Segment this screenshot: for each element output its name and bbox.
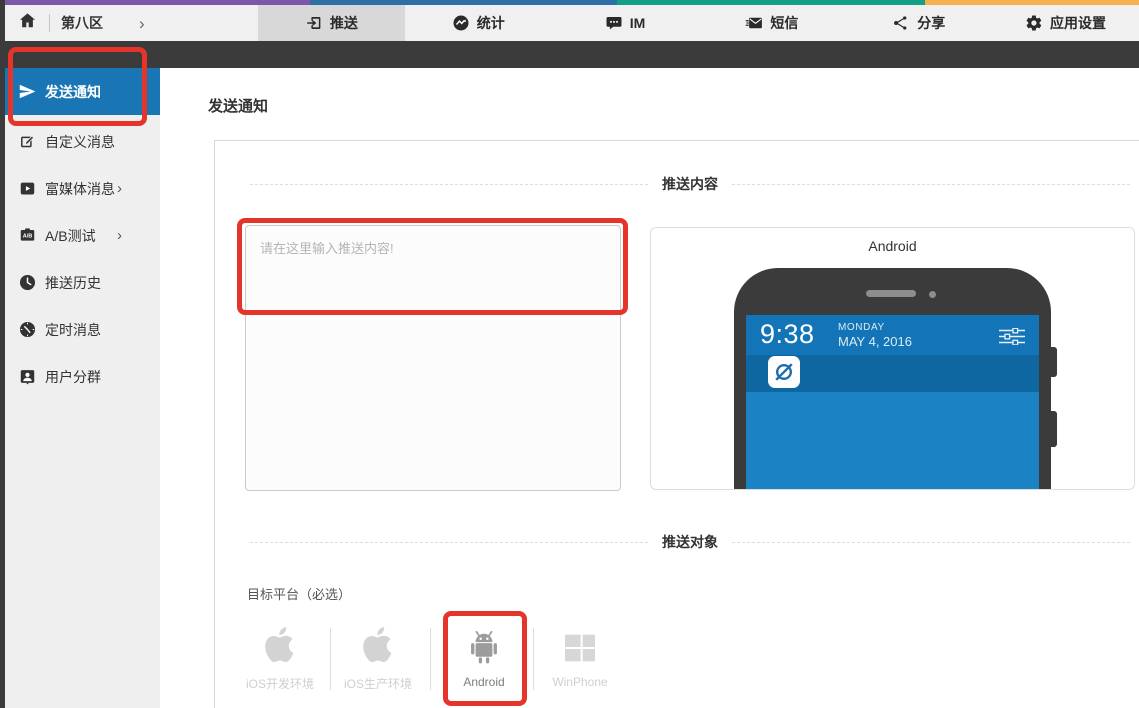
platform-winphone[interactable]: WinPhone bbox=[532, 616, 628, 689]
user-group-icon bbox=[18, 367, 45, 386]
tab-label: 推送 bbox=[330, 13, 358, 33]
share-icon bbox=[892, 14, 910, 32]
im-chat-icon bbox=[605, 14, 623, 32]
sidebar-item-custom-message[interactable]: 自定义消息 bbox=[0, 118, 160, 165]
chevron-right-icon: › bbox=[117, 227, 122, 244]
platform-separator bbox=[430, 628, 431, 690]
tab-label: 短信 bbox=[770, 13, 798, 33]
project-name[interactable]: 第八区 bbox=[61, 13, 103, 33]
sidebar-item-label: 用户分群 bbox=[45, 367, 101, 387]
platform-label: Android bbox=[436, 675, 532, 689]
ab-test-icon: A/B bbox=[18, 226, 45, 245]
brand-separator bbox=[49, 14, 50, 32]
tab-push[interactable]: 推送 bbox=[258, 5, 405, 41]
push-icon bbox=[305, 14, 323, 32]
project-switcher-chevron-icon[interactable]: › bbox=[133, 15, 151, 32]
push-content-input[interactable] bbox=[245, 225, 621, 491]
svg-text:A/B: A/B bbox=[23, 234, 33, 240]
play-icon bbox=[18, 179, 45, 198]
sidebar-item-label: 定时消息 bbox=[45, 320, 101, 340]
android-robot-icon bbox=[436, 616, 532, 668]
sidebar: 发送通知 自定义消息 富媒体消息 › bbox=[0, 68, 160, 708]
tab-app-settings[interactable]: 应用设置 bbox=[992, 5, 1139, 41]
tab-im[interactable]: IM bbox=[552, 5, 699, 41]
sidebar-item-label: 推送历史 bbox=[45, 273, 101, 293]
target-platform-label: 目标平台（必选） bbox=[247, 584, 351, 603]
edit-icon bbox=[18, 132, 45, 151]
phone-status-bar: 9:38 MONDAY MAY 4, 2016 bbox=[746, 315, 1039, 355]
windows-icon bbox=[532, 616, 628, 668]
sms-icon bbox=[745, 14, 763, 32]
platform-label: iOS生产环境 bbox=[330, 675, 426, 692]
left-edge-dark-strip bbox=[0, 0, 5, 708]
push-content-divider: 推送内容 bbox=[250, 174, 1130, 194]
brand-area: 第八区 › bbox=[5, 5, 151, 41]
platform-ios-dev[interactable]: iOS开发环境 bbox=[232, 616, 328, 692]
sidebar-item-label: 自定义消息 bbox=[45, 132, 115, 152]
home-button[interactable] bbox=[5, 5, 49, 41]
push-content-divider-label: 推送内容 bbox=[662, 174, 718, 194]
tab-label: IM bbox=[630, 15, 646, 31]
top-navigation-bar: 第八区 › 推送 bbox=[0, 5, 1139, 41]
sidebar-item-push-history[interactable]: 推送历史 bbox=[0, 259, 160, 306]
phone-screen: 9:38 MONDAY MAY 4, 2016 bbox=[746, 315, 1039, 490]
platform-label: WinPhone bbox=[532, 675, 628, 689]
sidebar-item-rich-media[interactable]: 富媒体消息 › bbox=[0, 165, 160, 212]
push-target-divider-label: 推送对象 bbox=[662, 532, 718, 552]
top-tabs: 推送 统计 IM bbox=[258, 5, 1139, 41]
sidebar-item-label: A/B测试 bbox=[45, 226, 96, 246]
send-icon bbox=[18, 82, 45, 101]
tab-sms[interactable]: 短信 bbox=[698, 5, 845, 41]
sliders-settings-icon bbox=[999, 328, 1025, 350]
tab-label: 应用设置 bbox=[1050, 13, 1106, 33]
phone-date: MAY 4, 2016 bbox=[838, 334, 912, 349]
android-preview-card: Android 9:38 MONDAY MAY 4, 2016 bbox=[650, 227, 1135, 490]
page-title: 发送通知 bbox=[208, 95, 268, 116]
home-icon bbox=[18, 11, 37, 35]
phone-speaker bbox=[866, 290, 916, 297]
sidebar-item-user-segments[interactable]: 用户分群 bbox=[0, 353, 160, 400]
jpush-app-icon bbox=[768, 356, 800, 388]
gear-icon bbox=[1025, 14, 1043, 32]
apple-icon bbox=[232, 616, 328, 668]
sidebar-item-ab-test[interactable]: A/B A/B测试 › bbox=[0, 212, 160, 259]
phone-camera-dot bbox=[929, 291, 936, 298]
tab-share[interactable]: 分享 bbox=[845, 5, 992, 41]
platform-label: iOS开发环境 bbox=[232, 675, 328, 692]
push-console-app: 第八区 › 推送 bbox=[0, 0, 1139, 708]
phone-weekday: MONDAY bbox=[838, 322, 885, 333]
sidebar-item-label: 发送通知 bbox=[45, 82, 101, 102]
stats-icon bbox=[452, 14, 470, 32]
push-target-divider: 推送对象 bbox=[250, 532, 1130, 552]
sidebar-item-scheduled-message[interactable]: 定时消息 bbox=[0, 306, 160, 353]
chevron-right-icon: › bbox=[117, 180, 122, 197]
tab-label: 统计 bbox=[477, 13, 505, 33]
platform-android[interactable]: Android bbox=[436, 616, 532, 689]
apple-icon bbox=[330, 616, 426, 668]
sidebar-item-label: 富媒体消息 bbox=[45, 179, 115, 199]
preview-device-label: Android bbox=[651, 238, 1134, 254]
history-clock-icon bbox=[18, 273, 45, 292]
phone-time: 9:38 bbox=[760, 321, 815, 348]
sidebar-item-send-notification[interactable]: 发送通知 bbox=[0, 68, 160, 115]
tab-label: 分享 bbox=[917, 13, 945, 33]
sub-header-dark-bar bbox=[0, 41, 1139, 68]
platform-ios-prod[interactable]: iOS生产环境 bbox=[330, 616, 426, 692]
phone-mockup: 9:38 MONDAY MAY 4, 2016 bbox=[734, 268, 1051, 490]
tab-stats[interactable]: 统计 bbox=[405, 5, 552, 41]
timer-icon bbox=[18, 320, 45, 339]
